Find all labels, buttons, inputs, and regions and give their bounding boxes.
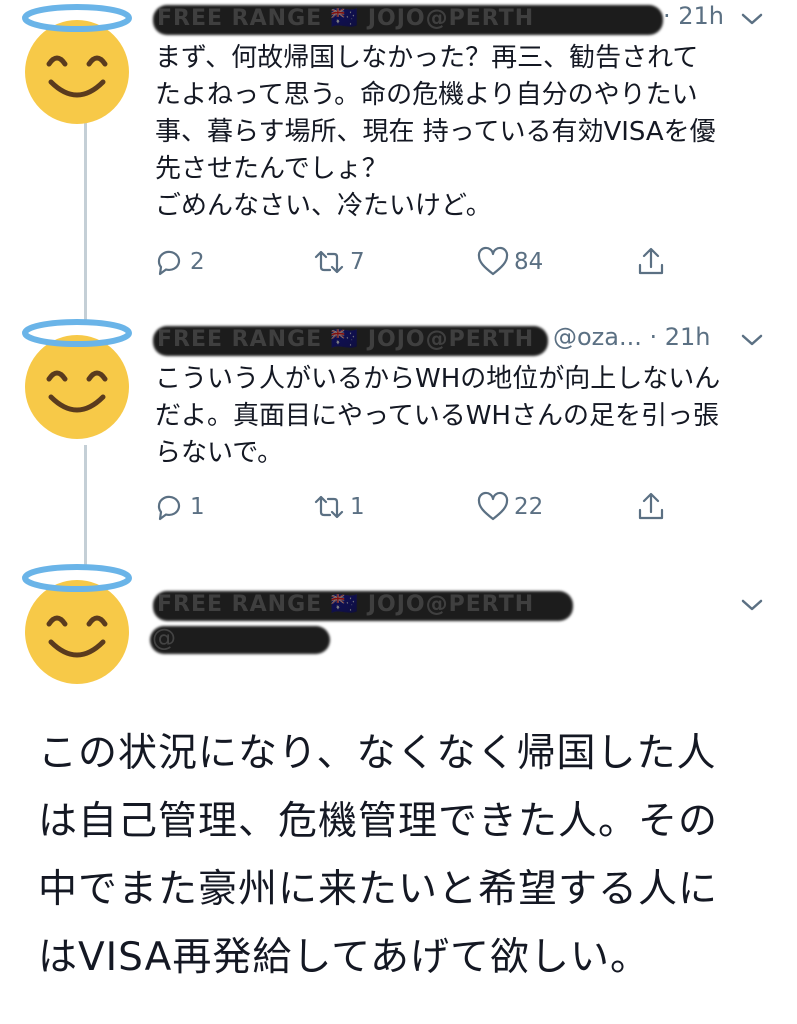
tweet-actions: 2 7 84	[152, 242, 682, 282]
tweet-actions: 1 1 22	[152, 487, 682, 527]
tweet-header: FREE RANGE 🇦🇺 JOJO@PERTH · 21h	[153, 2, 767, 36]
smiling-face-with-halo-avatar[interactable]	[15, 562, 139, 686]
tweet-2[interactable]: FREE RANGE 🇦🇺 JOJO@PERTH @oza... · 21h こ…	[0, 315, 797, 545]
reply-button[interactable]: 1	[152, 487, 205, 527]
tweet-time[interactable]: · 21h	[663, 2, 724, 30]
display-name[interactable]: FREE RANGE 🇦🇺 JOJO@PERTH	[157, 6, 534, 31]
tweet-header: FREE RANGE 🇦🇺 JOJO@PERTH	[153, 588, 767, 622]
caption-text: この状況になり、なくなく帰国した人 は自己管理、危機管理できた人。その 中でまた…	[38, 731, 719, 980]
heart-icon	[477, 246, 509, 276]
chevron-down-icon[interactable]	[737, 4, 767, 34]
tweet-handle[interactable]: @	[152, 624, 176, 652]
reply-icon	[157, 250, 181, 276]
reply-count: 1	[190, 494, 205, 520]
smiling-face-with-halo-avatar[interactable]	[15, 317, 139, 441]
like-count: 22	[514, 494, 544, 520]
tweet-header: FREE RANGE 🇦🇺 JOJO@PERTH @oza... · 21h	[153, 323, 767, 357]
share-icon	[638, 492, 664, 520]
display-name[interactable]: FREE RANGE 🇦🇺 JOJO@PERTH	[157, 592, 534, 617]
chevron-down-icon[interactable]	[737, 590, 767, 620]
smiling-face-with-halo-avatar[interactable]	[15, 2, 139, 126]
tweet-text: こういう人がいるからWHの地位が向上しないん だよ。真面目にやっているWHさんの…	[155, 364, 721, 468]
tweet-3[interactable]: FREE RANGE 🇦🇺 JOJO@PERTH @	[0, 560, 797, 690]
retweet-icon	[314, 250, 344, 274]
display-name[interactable]: FREE RANGE 🇦🇺 JOJO@PERTH	[157, 327, 534, 352]
tweet-handle-time[interactable]: @oza... · 21h	[553, 323, 711, 351]
share-button[interactable]	[634, 242, 668, 282]
tweet-1[interactable]: FREE RANGE 🇦🇺 JOJO@PERTH · 21h まず、何故帰国しな…	[0, 0, 797, 300]
reply-icon	[157, 495, 181, 521]
retweet-button[interactable]: 1	[312, 487, 365, 527]
like-count: 84	[514, 249, 544, 275]
redacted-handle	[150, 626, 330, 654]
retweet-button[interactable]: 7	[312, 242, 365, 282]
chevron-down-icon[interactable]	[737, 325, 767, 355]
share-button[interactable]	[634, 487, 668, 527]
tweet-text: まず、何故帰国しなかった？再三、勧告されて たよねって思う。命の危機より自分のや…	[155, 43, 716, 221]
retweet-count: 7	[350, 249, 365, 275]
heart-icon	[477, 491, 509, 521]
like-button[interactable]: 22	[476, 487, 543, 527]
retweet-count: 1	[350, 494, 365, 520]
share-icon	[638, 247, 664, 275]
reply-count: 2	[190, 249, 205, 275]
reply-button[interactable]: 2	[152, 242, 205, 282]
like-button[interactable]: 84	[476, 242, 543, 282]
retweet-icon	[314, 495, 344, 519]
